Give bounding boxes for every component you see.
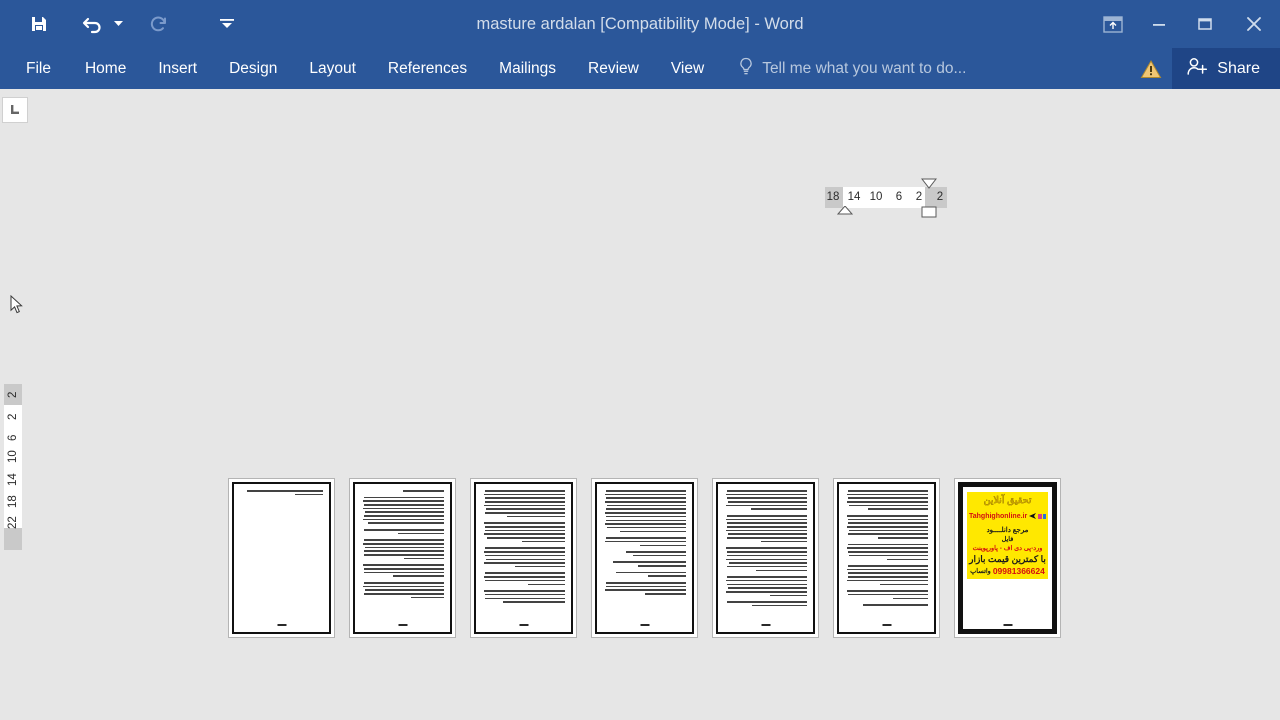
ad-file-label: فایل (1001, 536, 1014, 543)
ruler-tick-14: 14 (847, 191, 861, 203)
window-controls (1090, 0, 1280, 48)
close-icon[interactable] (1228, 0, 1280, 48)
vruler-tick-18: 18 (7, 495, 19, 509)
tab-design[interactable]: Design (213, 48, 293, 89)
page-content-2 (353, 482, 452, 634)
tell-me-search[interactable]: Tell me what you want to do... (738, 48, 966, 89)
ribbon-display-options-icon[interactable] (1090, 0, 1136, 48)
tab-layout[interactable]: Layout (293, 48, 372, 89)
ruler-tick-10: 10 (869, 191, 883, 203)
ad-price-text: با کمترین قیمت بازار (969, 554, 1046, 564)
ad-page-body: تحقیق آنلاین Tahghighonline.ir مرجع دانل… (963, 487, 1052, 629)
tab-stop-selector[interactable] (2, 97, 28, 123)
share-label: Share (1217, 59, 1260, 77)
page-footer-mark (277, 624, 286, 626)
ad-website-row: Tahghighonline.ir (969, 507, 1046, 525)
page-thumbnails: تحقیق آنلاین Tahghighonline.ir مرجع دانل… (228, 478, 1061, 638)
ruler-tick-18: 18 (826, 191, 840, 203)
minimize-icon[interactable] (1136, 0, 1182, 48)
ruler-tick-6: 6 (895, 191, 903, 203)
paragraph (240, 490, 323, 496)
ribbon-tab-bar: File Home Insert Design Layout Reference… (0, 48, 1280, 89)
page-footer-mark (1003, 624, 1012, 626)
redo-icon (142, 7, 176, 41)
tab-file[interactable]: File (0, 48, 69, 89)
right-indent-marker[interactable] (921, 206, 937, 218)
undo-dropdown-icon[interactable] (110, 7, 126, 41)
page-content-7: تحقیق آنلاین Tahghighonline.ir مرجع دانل… (958, 482, 1057, 634)
page-thumbnail-7[interactable]: تحقیق آنلاین Tahghighonline.ir مرجع دانل… (954, 478, 1061, 638)
page-footer-mark (519, 624, 528, 626)
page-footer-mark (398, 624, 407, 626)
telegram-icon (1038, 513, 1042, 519)
page-footer-mark (640, 624, 649, 626)
save-icon[interactable] (22, 7, 56, 41)
page-content-6 (837, 482, 936, 634)
restore-icon[interactable] (1182, 0, 1228, 48)
tab-mailings[interactable]: Mailings (483, 48, 572, 89)
vruler-tick-2b: 2 (7, 413, 19, 421)
page-thumbnail-1[interactable] (228, 478, 335, 638)
ad-website-text: Tahghighonline.ir (969, 512, 1028, 520)
vruler-tick-14: 14 (7, 473, 19, 487)
left-indent-marker[interactable] (837, 206, 853, 216)
first-line-indent-marker[interactable] (921, 178, 937, 190)
title-bar: masture ardalan [Compatibility Mode] - W… (0, 0, 1280, 48)
tab-references[interactable]: References (372, 48, 483, 89)
horizontal-ruler[interactable]: 18 14 10 6 2 2 (825, 178, 947, 218)
customize-qat-icon[interactable] (210, 7, 244, 41)
page-content-1 (232, 482, 331, 634)
person-add-icon (1186, 57, 1208, 81)
share-button[interactable]: Share (1172, 48, 1280, 89)
page-footer-mark (882, 624, 891, 626)
tab-home[interactable]: Home (69, 48, 142, 89)
ad-contact-row: 09981366624 واتساپ (969, 566, 1046, 576)
vruler-tick-10: 10 (7, 450, 19, 464)
document-workspace: 18 14 10 6 2 2 2 2 6 10 14 18 22 تحقیق آ… (0, 89, 1280, 720)
app-icon (1042, 513, 1046, 519)
ruler-tick-2b: 2 (936, 191, 944, 203)
ad-formats-text: ورد-پی دی اف - پاورپوینت (972, 545, 1043, 552)
vruler-tick-22: 22 (7, 516, 19, 530)
ribbon-right-actions: Share (1130, 48, 1280, 89)
ad-phone-number: 09981366624 (992, 566, 1045, 576)
ad-logo-text: تحقیق آنلاین (983, 495, 1032, 506)
page-content-4 (595, 482, 694, 634)
vruler-tick-2a: 2 (7, 391, 19, 399)
quick-access-toolbar (0, 0, 244, 48)
tab-review[interactable]: Review (572, 48, 655, 89)
page-thumbnail-6[interactable] (833, 478, 940, 638)
page-thumbnail-5[interactable] (712, 478, 819, 638)
warning-triangle-icon[interactable] (1130, 48, 1172, 89)
arrow-left-icon (1028, 507, 1037, 525)
page-content-5 (716, 482, 815, 634)
ad-yellow-banner: تحقیق آنلاین Tahghighonline.ir مرجع دانل… (967, 492, 1048, 579)
ad-reference-text: مرجع دانلــــود (986, 527, 1029, 534)
page-thumbnail-2[interactable] (349, 478, 456, 638)
undo-icon[interactable] (76, 7, 110, 41)
left-tab-stop-icon (11, 105, 19, 114)
ruler-tick-2a: 2 (915, 191, 923, 203)
mouse-cursor (10, 294, 24, 320)
page-content-3 (474, 482, 573, 634)
vertical-ruler[interactable]: 2 2 6 10 14 18 22 (4, 384, 22, 550)
lightbulb-icon (738, 57, 754, 81)
tab-view[interactable]: View (655, 48, 720, 89)
ad-whatsapp-label: واتساپ (970, 568, 991, 575)
page-footer-mark (761, 624, 770, 626)
tell-me-placeholder: Tell me what you want to do... (762, 59, 967, 77)
page-thumbnail-4[interactable] (591, 478, 698, 638)
page-thumbnail-3[interactable] (470, 478, 577, 638)
tab-insert[interactable]: Insert (142, 48, 213, 89)
